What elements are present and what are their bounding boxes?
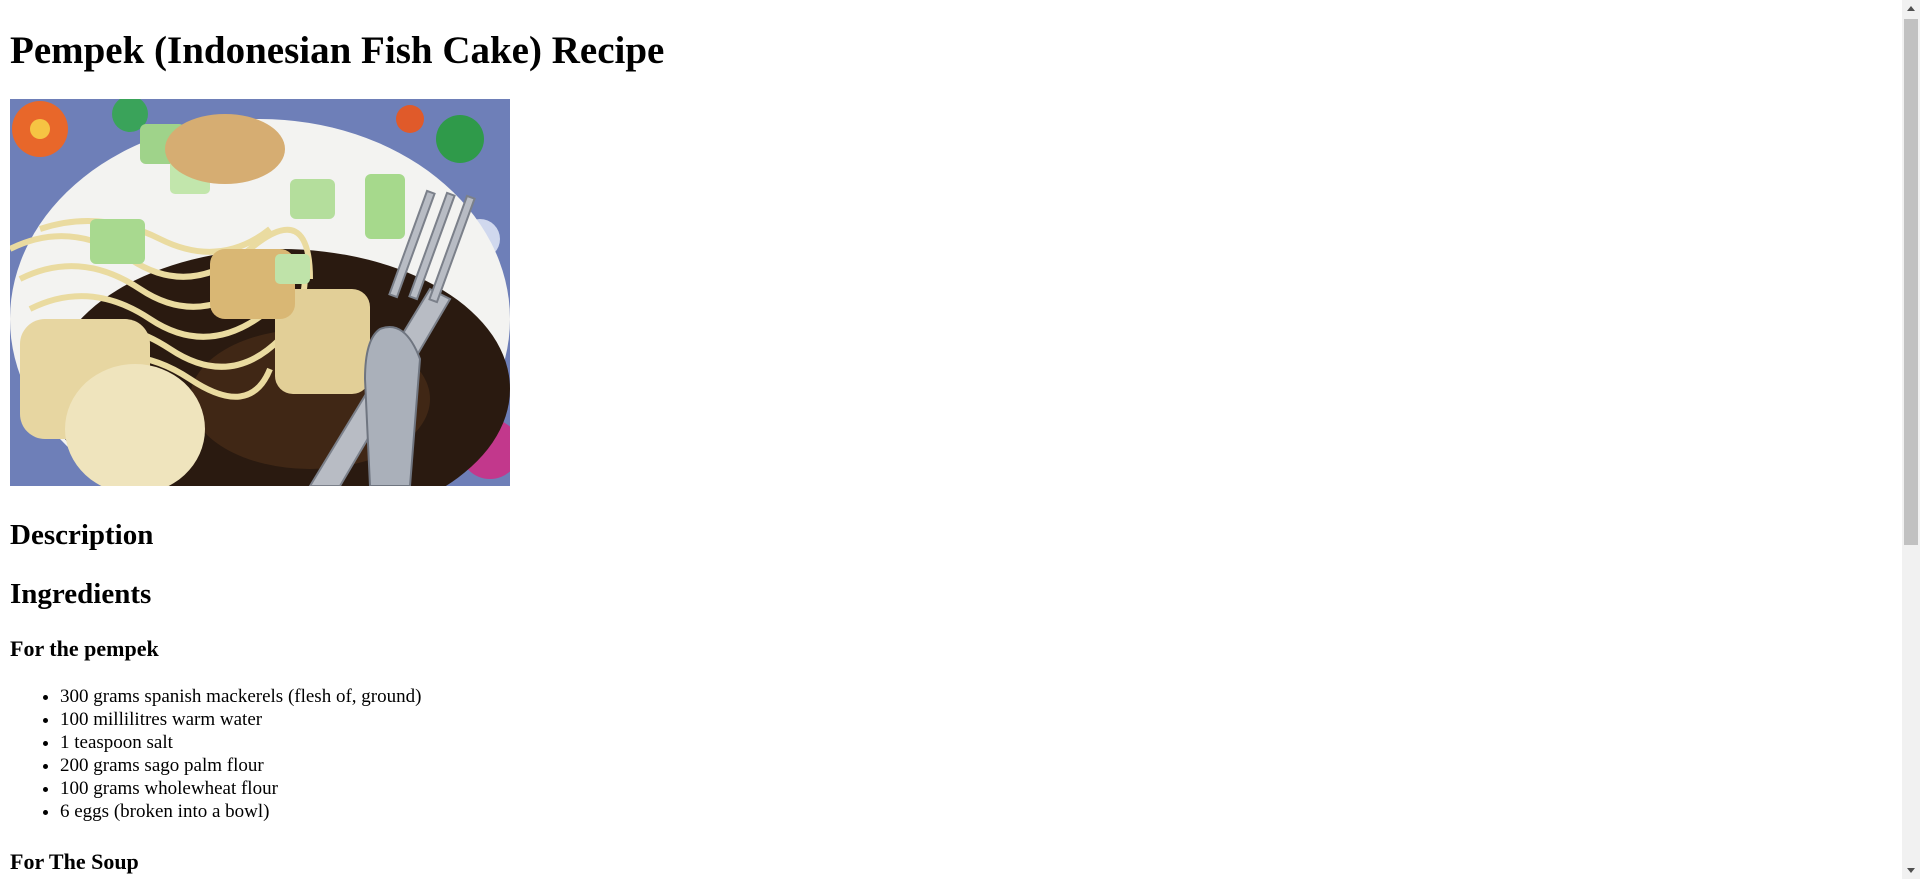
scroll-up-arrow-icon[interactable]: [1902, 0, 1920, 17]
recipe-content: Pempek (Indonesian Fish Cake) Recipe: [0, 26, 1902, 486]
scrollbar-thumb[interactable]: [1904, 19, 1918, 545]
scroll-down-arrow-icon[interactable]: [1902, 862, 1920, 879]
description-heading: Description: [10, 519, 154, 551]
recipe-photo: [10, 99, 510, 486]
recipe-page: Pempek (Indonesian Fish Cake) Recipe Des…: [0, 0, 1902, 879]
list-item: 1 teaspoon salt: [60, 731, 421, 754]
pempek-subheading: For the pempek: [10, 636, 159, 661]
list-item: 300 grams spanish mackerels (flesh of, g…: [60, 685, 421, 708]
page-title: Pempek (Indonesian Fish Cake) Recipe: [10, 29, 665, 72]
list-item: 200 grams sago palm flour: [60, 754, 421, 777]
pempek-illustration: [10, 99, 510, 486]
vertical-scrollbar[interactable]: [1902, 0, 1920, 879]
soup-subheading: For The Soup: [10, 849, 139, 874]
ingredients-heading: Ingredients: [10, 578, 152, 610]
list-item: 100 millilitres warm water: [60, 708, 421, 731]
list-item: 6 eggs (broken into a bowl): [60, 800, 421, 823]
pempek-ingredient-list: 300 grams spanish mackerels (flesh of, g…: [10, 685, 421, 823]
list-item: 100 grams wholewheat flour: [60, 777, 421, 800]
